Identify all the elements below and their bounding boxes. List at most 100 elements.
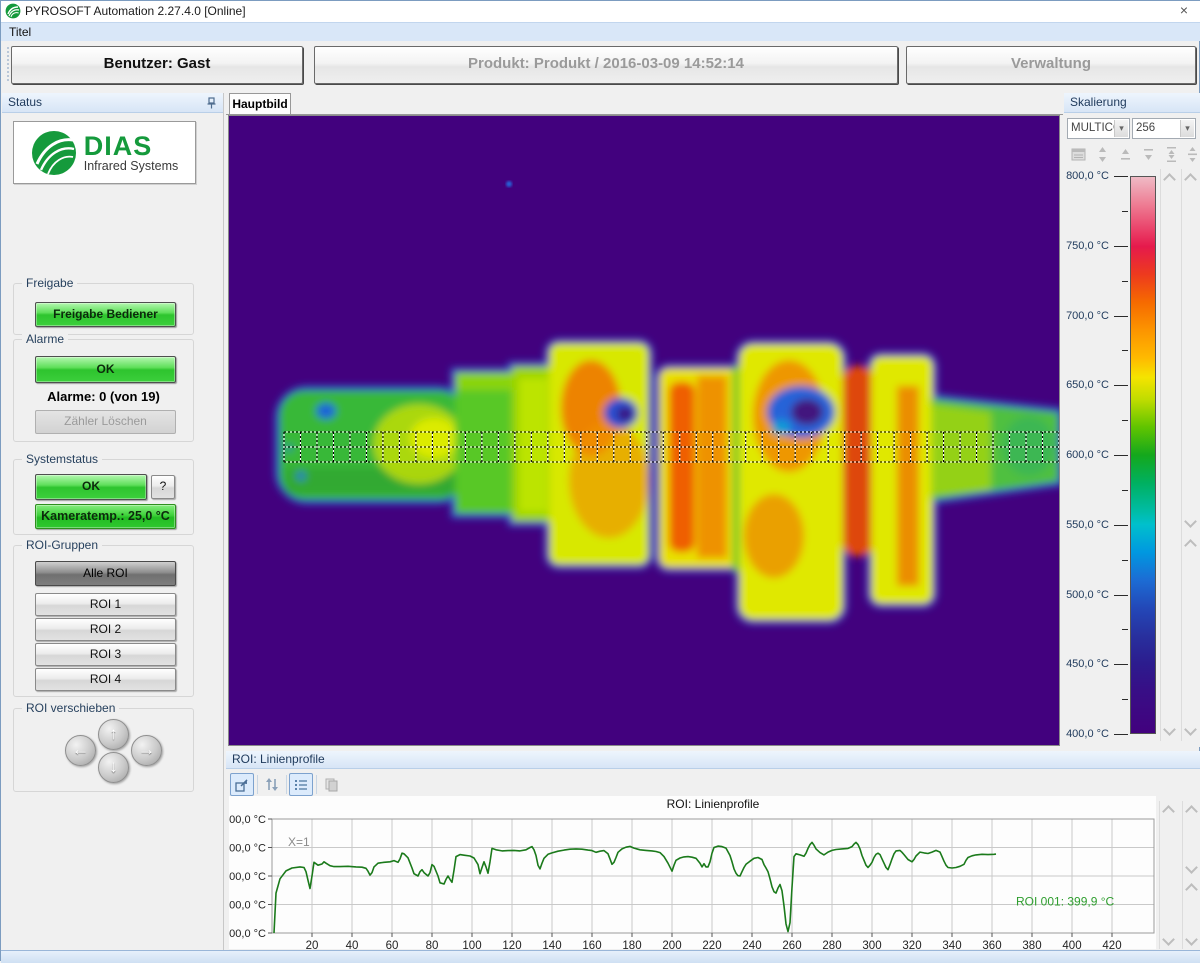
x-tick-label: 100 xyxy=(462,940,481,949)
y-tick-label: 800,0 °C xyxy=(229,814,266,826)
close-icon[interactable]: × xyxy=(1175,2,1193,18)
status-panel: Status DIAS Infrared Systems Freigabe Fr… xyxy=(2,93,224,951)
copy-button[interactable] xyxy=(319,773,343,796)
y-tick-label: 600,0 °C xyxy=(229,871,266,883)
chevron-down-icon: ▾ xyxy=(1114,120,1128,137)
roi-2-button[interactable]: ROI 2 xyxy=(35,618,176,641)
profile-panel-header: ROI: Linienprofile xyxy=(226,751,1200,769)
roi-verschieben-group: ROI verschieben ↑ ← → ↓ xyxy=(13,708,194,792)
scale-label: 500,0 °C xyxy=(1066,589,1109,601)
scale-tick xyxy=(1114,385,1128,386)
levels-select-value: 256 xyxy=(1136,122,1180,134)
toolbar-separator xyxy=(257,775,258,794)
list-view-button[interactable] xyxy=(289,773,313,796)
profile-chart[interactable]: ROI: Linienprofile 800,0 °C 700,0 °C 600,0 … xyxy=(229,796,1156,949)
scale-label: 400,0 °C xyxy=(1066,728,1109,740)
app-icon xyxy=(5,3,21,19)
x-tick-label: 140 xyxy=(542,940,561,949)
scale-compress-icon[interactable] xyxy=(1184,146,1200,163)
palette-select-value: MULTICOLOR xyxy=(1071,122,1114,134)
freigabe-bediener-button[interactable]: Freigabe Bediener xyxy=(35,302,176,327)
x-tick-label: 180 xyxy=(622,940,641,949)
tab-hauptbild[interactable]: Hauptbild xyxy=(229,93,291,115)
roi-move-left-button[interactable]: ← xyxy=(65,735,96,766)
systemstatus-group: Systemstatus OK ? Kameratemp.: 25,0 °C xyxy=(13,459,194,535)
roi-move-right-button[interactable]: → xyxy=(131,735,162,766)
roi-1-button[interactable]: ROI 1 xyxy=(35,593,176,616)
roi-move-down-button[interactable]: ↓ xyxy=(98,752,129,783)
copy-icon xyxy=(324,777,339,792)
flip-axis-button[interactable] xyxy=(260,773,284,796)
palette-select[interactable]: MULTICOLOR ▾ xyxy=(1067,118,1130,139)
user-button[interactable]: Benutzer: Gast xyxy=(11,46,303,84)
window-bottom-strip xyxy=(1,950,1200,963)
x-tick-label: 400 xyxy=(1062,940,1081,949)
alarm-ok-button[interactable]: OK xyxy=(35,356,176,383)
scale-autorange-icon[interactable] xyxy=(1094,146,1111,163)
chart-upper-down-icon[interactable] xyxy=(1185,861,1198,874)
chart-lower-down-icon[interactable] xyxy=(1185,933,1198,946)
help-button[interactable]: ? xyxy=(151,475,175,499)
x-tick-label: 160 xyxy=(582,940,601,949)
scale-tick xyxy=(1114,525,1128,526)
scale-label: 550,0 °C xyxy=(1066,519,1109,531)
scale-lower-down-icon[interactable] xyxy=(1184,723,1197,736)
scale-tick xyxy=(1122,560,1128,561)
scale-upper-up-icon[interactable] xyxy=(1184,173,1197,186)
skalierung-panel: Skalierung MULTICOLOR ▾ 256 ▾ 800,0 °C75… xyxy=(1064,93,1200,747)
profile-chart-svg[interactable]: ROI: Linienprofile 800,0 °C 700,0 °C 600,0 … xyxy=(229,796,1156,949)
chart-scroll-track-inner xyxy=(1182,801,1200,949)
alarm-count-text: Alarme: 0 (von 19) xyxy=(14,389,193,404)
scale-tick xyxy=(1114,246,1128,247)
scale-min-down-icon[interactable] xyxy=(1140,146,1157,163)
x-tick-label: 380 xyxy=(1022,940,1041,949)
chart-upper-up-icon[interactable] xyxy=(1185,805,1198,818)
scale-properties-icon[interactable] xyxy=(1071,146,1088,163)
chart-lower-up-icon[interactable] xyxy=(1185,883,1198,896)
scale-expand-icon[interactable] xyxy=(1163,146,1180,163)
status-panel-title: Status xyxy=(8,95,42,109)
systemstatus-label: Systemstatus xyxy=(22,452,102,466)
chart-annotation: ROI 001: 399,9 °C xyxy=(1016,894,1115,908)
scale-tick xyxy=(1114,664,1128,665)
alarme-label: Alarme xyxy=(22,332,68,346)
title-bar: PYROSOFT Automation 2.27.4.0 [Online] × xyxy=(1,1,1200,22)
pin-icon[interactable] xyxy=(206,97,217,109)
x-tick-label: 40 xyxy=(346,940,359,949)
scale-lower-up-icon[interactable] xyxy=(1184,539,1197,552)
freigabe-label: Freigabe xyxy=(22,276,77,290)
open-window-icon xyxy=(235,778,249,792)
color-scale-bar[interactable] xyxy=(1130,176,1156,734)
scale-upper-down-icon[interactable] xyxy=(1184,515,1197,528)
roi-4-button[interactable]: ROI 4 xyxy=(35,668,176,691)
scale-tick xyxy=(1122,420,1128,421)
chart-up-icon[interactable] xyxy=(1162,805,1175,818)
scale-min-decrease-icon[interactable] xyxy=(1163,723,1176,736)
admin-button[interactable]: Verwaltung xyxy=(906,46,1196,84)
toolbar-separator xyxy=(316,775,317,794)
dias-logo: DIAS Infrared Systems xyxy=(13,121,196,184)
thermal-image[interactable] xyxy=(229,116,1059,745)
y-tick-label: 500,0 °C xyxy=(229,900,266,912)
scale-max-up-icon[interactable] xyxy=(1117,146,1134,163)
clear-counter-button[interactable]: Zähler Löschen xyxy=(35,410,176,434)
open-window-button[interactable] xyxy=(230,773,254,796)
chart-down-icon[interactable] xyxy=(1162,933,1175,946)
toolbar-grip[interactable] xyxy=(2,47,9,81)
x-tick-label: 420 xyxy=(1102,940,1121,949)
system-ok-button[interactable]: OK xyxy=(35,474,147,500)
levels-select[interactable]: 256 ▾ xyxy=(1132,118,1196,139)
scale-tick xyxy=(1114,595,1128,596)
product-button[interactable]: Produkt: Produkt / 2016-03-09 14:52:14 xyxy=(314,46,898,84)
scale-label: 450,0 °C xyxy=(1066,658,1109,670)
chart-title: ROI: Linienprofile xyxy=(667,797,760,811)
scale-max-increase-icon[interactable] xyxy=(1163,173,1176,186)
roi-3-button[interactable]: ROI 3 xyxy=(35,643,176,666)
scale-tick xyxy=(1122,281,1128,282)
camera-temp-button[interactable]: Kameratemp.: 25,0 °C xyxy=(35,504,176,529)
menu-item-titel[interactable]: Titel xyxy=(9,25,31,39)
y-tick-label: 700,0 °C xyxy=(229,843,266,855)
roi-move-up-button[interactable]: ↑ xyxy=(98,719,129,750)
scale-label: 650,0 °C xyxy=(1066,379,1109,391)
alle-roi-button[interactable]: Alle ROI xyxy=(35,561,176,586)
